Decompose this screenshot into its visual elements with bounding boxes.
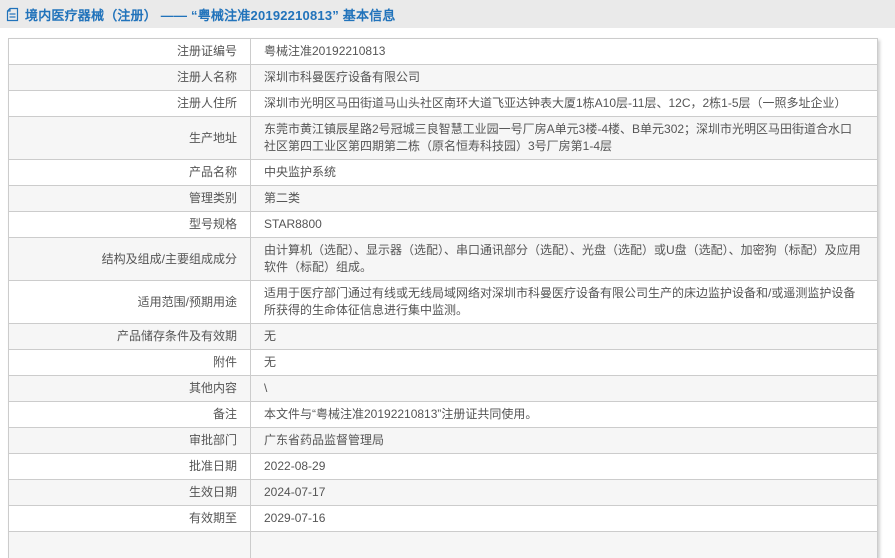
row-value: \ (250, 375, 878, 402)
row-value: 东莞市黄江镇辰星路2号冠城三良智慧工业园一号厂房A单元3楼-4楼、B单元302；… (250, 116, 878, 160)
row-label: 审批部门 (8, 427, 251, 454)
table-row: 备注 本文件与“粤械注准20192210813”注册证共同使用。 (8, 401, 878, 428)
row-label: 附件 (8, 349, 251, 376)
row-value (250, 531, 878, 558)
row-label: 其他内容 (8, 375, 251, 402)
table-row: 产品名称 中央监护系统 (8, 159, 878, 186)
row-label: 注册人名称 (8, 64, 251, 91)
page-title: 境内医疗器械（注册） —— “粤械注准20192210813” 基本信息 (25, 7, 396, 23)
row-value: 广东省药品监督管理局 (250, 427, 878, 454)
table-row: 审批部门 广东省药品监督管理局 (8, 427, 878, 454)
row-value: 2029-07-16 (250, 505, 878, 532)
row-value: 深圳市光明区马田街道马山头社区南环大道飞亚达钟表大厦1栋A10层-11层、12C… (250, 90, 878, 117)
table-row: 有效期至 2029-07-16 (8, 505, 878, 532)
row-label: 管理类别 (8, 185, 251, 212)
row-label: 产品名称 (8, 159, 251, 186)
row-label: 产品储存条件及有效期 (8, 323, 251, 350)
table-row-partial (8, 531, 878, 558)
table-row: 注册人住所 深圳市光明区马田街道马山头社区南环大道飞亚达钟表大厦1栋A10层-1… (8, 90, 878, 117)
row-label: 批准日期 (8, 453, 251, 480)
topbar: 境内医疗器械（注册） —— “粤械注准20192210813” 基本信息 (0, 0, 895, 28)
table-row: 生效日期 2024-07-17 (8, 479, 878, 506)
table-row: 注册证编号 粤械注准20192210813 (8, 38, 878, 65)
table-row: 其他内容 \ (8, 375, 878, 402)
info-table: 注册证编号 粤械注准20192210813 注册人名称 深圳市科曼医疗设备有限公… (8, 38, 878, 558)
row-value: 2024-07-17 (250, 479, 878, 506)
table-row: 结构及组成/主要组成成分 由计算机（选配）、显示器（选配）、串口通讯部分（选配）… (8, 237, 878, 281)
row-value: 2022-08-29 (250, 453, 878, 480)
row-value: 由计算机（选配）、显示器（选配）、串口通讯部分（选配）、光盘（选配）或U盘（选配… (250, 237, 878, 281)
table-row: 附件 无 (8, 349, 878, 376)
row-label (8, 531, 251, 558)
row-label: 结构及组成/主要组成成分 (8, 237, 251, 281)
row-value: 中央监护系统 (250, 159, 878, 186)
row-value: STAR8800 (250, 211, 878, 238)
info-table-body: 注册证编号 粤械注准20192210813 注册人名称 深圳市科曼医疗设备有限公… (8, 38, 878, 558)
table-row: 适用范围/预期用途 适用于医疗部门通过有线或无线局域网络对深圳市科曼医疗设备有限… (8, 280, 878, 324)
row-label: 注册证编号 (8, 38, 251, 65)
document-icon (6, 7, 19, 22)
table-row: 型号规格 STAR8800 (8, 211, 878, 238)
row-value: 无 (250, 349, 878, 376)
row-value: 无 (250, 323, 878, 350)
row-value: 深圳市科曼医疗设备有限公司 (250, 64, 878, 91)
table-row: 管理类别 第二类 (8, 185, 878, 212)
row-value: 适用于医疗部门通过有线或无线局域网络对深圳市科曼医疗设备有限公司生产的床边监护设… (250, 280, 878, 324)
row-value: 粤械注准20192210813 (250, 38, 878, 65)
row-label: 备注 (8, 401, 251, 428)
row-label: 生产地址 (8, 116, 251, 160)
row-label: 型号规格 (8, 211, 251, 238)
row-value: 第二类 (250, 185, 878, 212)
table-row: 生产地址 东莞市黄江镇辰星路2号冠城三良智慧工业园一号厂房A单元3楼-4楼、B单… (8, 116, 878, 160)
row-label: 注册人住所 (8, 90, 251, 117)
row-label: 适用范围/预期用途 (8, 280, 251, 324)
table-row: 产品储存条件及有效期 无 (8, 323, 878, 350)
table-row: 批准日期 2022-08-29 (8, 453, 878, 480)
row-label: 生效日期 (8, 479, 251, 506)
row-label: 有效期至 (8, 505, 251, 532)
row-value: 本文件与“粤械注准20192210813”注册证共同使用。 (250, 401, 878, 428)
table-row: 注册人名称 深圳市科曼医疗设备有限公司 (8, 64, 878, 91)
